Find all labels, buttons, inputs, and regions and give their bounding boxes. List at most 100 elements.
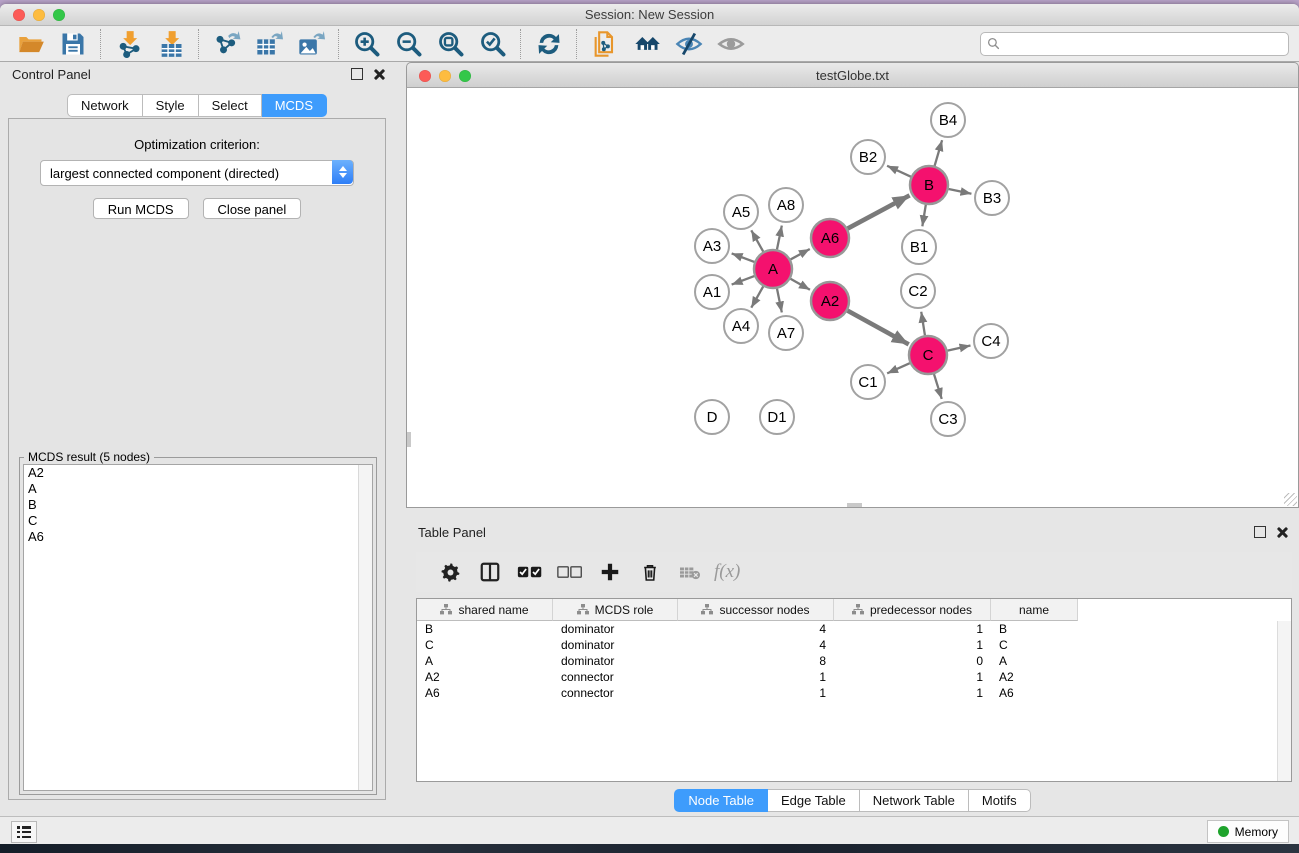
- show-columns-button[interactable]: [470, 559, 510, 585]
- unselect-all-columns-button[interactable]: [550, 559, 590, 585]
- tab-edge-table[interactable]: Edge Table: [768, 789, 860, 812]
- mcds-result-item[interactable]: A6: [24, 529, 372, 545]
- graph-node-A5[interactable]: A5: [724, 195, 758, 229]
- graph-edge-A-A8[interactable]: [777, 226, 782, 250]
- mcds-result-item[interactable]: A: [24, 481, 372, 497]
- save-session-button[interactable]: [52, 28, 94, 60]
- graph-edge-B-B2[interactable]: [887, 166, 911, 177]
- graph-node-A2[interactable]: A2: [811, 282, 849, 320]
- export-network-button[interactable]: [206, 28, 248, 60]
- graph-node-C[interactable]: C: [909, 336, 947, 374]
- graph-edge-A2-C[interactable]: [848, 311, 909, 345]
- graph-edge-C-C3[interactable]: [934, 374, 942, 399]
- table-row[interactable]: A6connector11A6: [417, 685, 1291, 701]
- graph-edge-C-C1[interactable]: [887, 363, 910, 373]
- graph-node-B4[interactable]: B4: [931, 103, 965, 137]
- mcds-result-item[interactable]: A2: [24, 465, 372, 481]
- float-panel-icon[interactable]: [351, 68, 363, 80]
- table-row[interactable]: Cdominator41C: [417, 637, 1291, 653]
- graph-node-B1[interactable]: B1: [902, 230, 936, 264]
- graph-edge-A-A1[interactable]: [732, 276, 755, 285]
- tab-select[interactable]: Select: [199, 94, 262, 117]
- function-builder-button[interactable]: f(x): [710, 559, 740, 585]
- show-view-button[interactable]: [710, 28, 752, 60]
- tab-node-table[interactable]: Node Table: [674, 789, 768, 812]
- zoom-fit-button[interactable]: [430, 28, 472, 60]
- horizontal-scroll-nub[interactable]: [847, 503, 862, 507]
- graph-edge-A-A5[interactable]: [751, 230, 763, 251]
- graph-edge-A-A2[interactable]: [790, 279, 810, 290]
- show-all-networks-button[interactable]: [626, 28, 668, 60]
- graph-node-C2[interactable]: C2: [901, 274, 935, 308]
- column-header-successor-nodes[interactable]: successor nodes: [678, 599, 834, 621]
- close-panel-button[interactable]: Close panel: [203, 198, 302, 219]
- table-settings-button[interactable]: [430, 559, 470, 585]
- import-table-button[interactable]: [150, 28, 192, 60]
- graph-edge-A-A6[interactable]: [791, 249, 810, 259]
- vertical-scroll-nub[interactable]: [407, 432, 411, 447]
- scrollbar-track[interactable]: [358, 465, 372, 790]
- mcds-result-list[interactable]: A2ABCA6: [23, 464, 373, 791]
- export-image-button[interactable]: [290, 28, 332, 60]
- graph-edge-A6-B[interactable]: [848, 195, 910, 228]
- graph-node-C3[interactable]: C3: [931, 402, 965, 436]
- resize-grip[interactable]: [1284, 493, 1297, 506]
- tab-network[interactable]: Network: [67, 94, 143, 117]
- graph-edge-C-C2[interactable]: [921, 312, 925, 335]
- graph-node-B3[interactable]: B3: [975, 181, 1009, 215]
- table-row[interactable]: A2connector11A2: [417, 669, 1291, 685]
- delete-column-button[interactable]: [630, 559, 670, 585]
- network-graph[interactable]: B4B2BB3A5A8A6B1A3AC2A1A2A4A7C4CC1C3DD1: [407, 88, 1298, 506]
- task-history-button[interactable]: [11, 821, 37, 843]
- float-panel-icon[interactable]: [1254, 526, 1266, 538]
- graph-node-A6[interactable]: A6: [811, 219, 849, 257]
- mcds-result-item[interactable]: C: [24, 513, 372, 529]
- scrollbar-track[interactable]: [1277, 621, 1291, 781]
- column-header-MCDS-role[interactable]: MCDS role: [553, 599, 678, 621]
- table-row[interactable]: Adominator80A: [417, 653, 1291, 669]
- graph-node-B[interactable]: B: [910, 166, 948, 204]
- import-network-button[interactable]: [108, 28, 150, 60]
- create-column-button[interactable]: [590, 559, 630, 585]
- close-panel-icon[interactable]: [1276, 527, 1287, 538]
- select-all-columns-button[interactable]: [510, 559, 550, 585]
- zoom-selected-button[interactable]: [472, 28, 514, 60]
- tab-motifs[interactable]: Motifs: [969, 789, 1031, 812]
- delete-table-button[interactable]: [670, 559, 710, 585]
- graph-edge-C-C4[interactable]: [948, 346, 971, 351]
- open-file-button[interactable]: [10, 28, 52, 60]
- graph-node-C1[interactable]: C1: [851, 365, 885, 399]
- column-header-predecessor-nodes[interactable]: predecessor nodes: [834, 599, 991, 621]
- tab-network-table[interactable]: Network Table: [860, 789, 969, 812]
- graph-node-A1[interactable]: A1: [695, 275, 729, 309]
- export-table-button[interactable]: [248, 28, 290, 60]
- graph-edge-B-B3[interactable]: [949, 189, 972, 194]
- node-table[interactable]: shared nameMCDS rolesuccessor nodesprede…: [416, 598, 1292, 782]
- graph-node-B2[interactable]: B2: [851, 140, 885, 174]
- column-header-shared-name[interactable]: shared name: [417, 599, 553, 621]
- graph-edge-B-B1[interactable]: [922, 205, 925, 227]
- search-input[interactable]: [1004, 36, 1282, 52]
- search-box[interactable]: [980, 32, 1289, 56]
- graph-edge-A-A3[interactable]: [732, 253, 755, 262]
- graph-node-A7[interactable]: A7: [769, 316, 803, 350]
- tab-mcds[interactable]: MCDS: [262, 94, 327, 117]
- graph-edge-A-A7[interactable]: [777, 289, 782, 313]
- refresh-layout-button[interactable]: [528, 28, 570, 60]
- graph-node-A4[interactable]: A4: [724, 309, 758, 343]
- graph-node-C4[interactable]: C4: [974, 324, 1008, 358]
- graph-node-D1[interactable]: D1: [760, 400, 794, 434]
- network-window-titlebar[interactable]: testGlobe.txt: [406, 62, 1299, 88]
- optimization-criterion-select[interactable]: largest connected component (directed): [40, 160, 354, 186]
- close-panel-icon[interactable]: [373, 69, 384, 80]
- mcds-result-item[interactable]: B: [24, 497, 372, 513]
- column-header-name[interactable]: name: [991, 599, 1078, 621]
- memory-button[interactable]: Memory: [1207, 820, 1289, 843]
- graph-node-A3[interactable]: A3: [695, 229, 729, 263]
- graph-edge-A-A4[interactable]: [751, 286, 763, 307]
- hide-panels-button[interactable]: [668, 28, 710, 60]
- graph-node-A8[interactable]: A8: [769, 188, 803, 222]
- new-network-from-selection-button[interactable]: [584, 28, 626, 60]
- graph-node-D[interactable]: D: [695, 400, 729, 434]
- tab-style[interactable]: Style: [143, 94, 199, 117]
